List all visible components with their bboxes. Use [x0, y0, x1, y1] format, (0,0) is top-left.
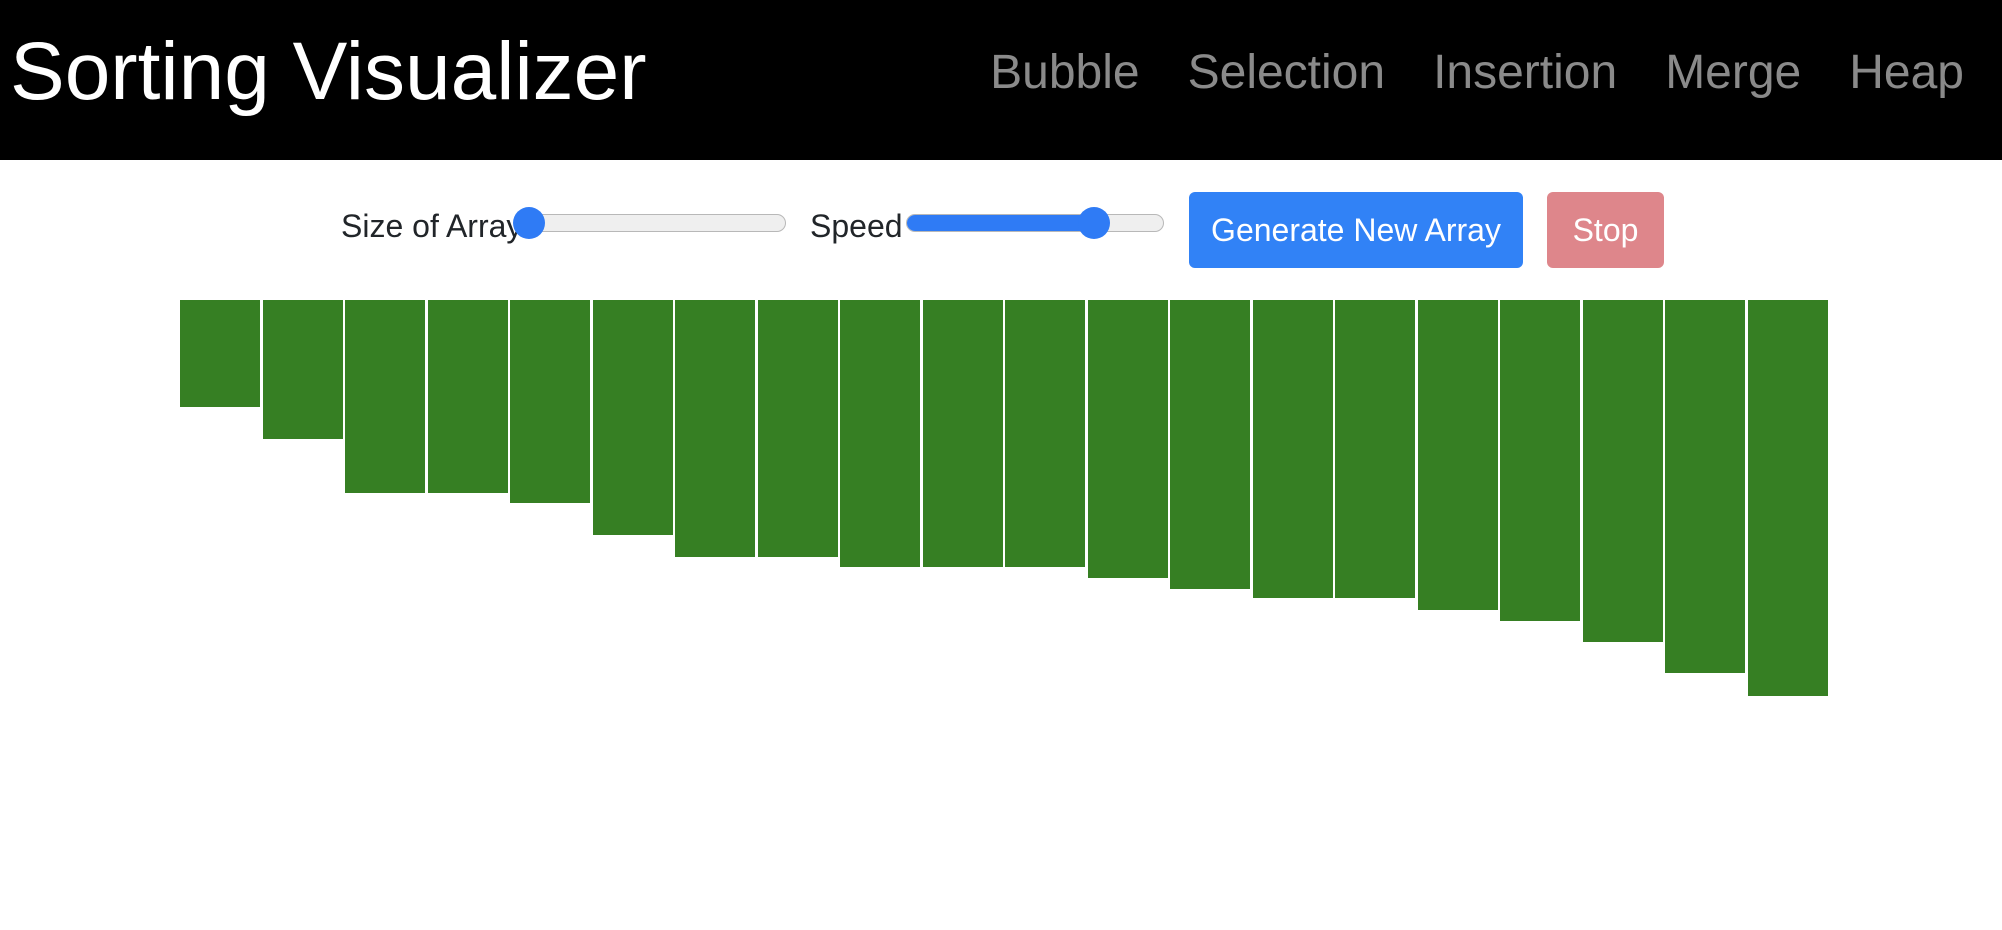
speed-slider[interactable] — [906, 207, 1164, 239]
controls-bar: Size of Array Speed Generate New Array S… — [0, 192, 2002, 270]
algorithm-nav: Bubble Selection Insertion Merge Heap — [990, 44, 1964, 102]
array-bar — [675, 300, 755, 557]
array-bar — [1665, 300, 1745, 673]
array-bar — [263, 300, 343, 439]
array-bar — [345, 300, 425, 493]
array-size-slider-thumb[interactable] — [513, 207, 545, 239]
array-bar — [1748, 300, 1828, 696]
array-bar — [1253, 300, 1333, 598]
array-bar — [593, 300, 673, 535]
speed-slider-fill — [907, 215, 1094, 231]
speed-label: Speed — [810, 208, 903, 244]
nav-insertion-sort[interactable]: Insertion — [1433, 44, 1617, 102]
navbar: Sorting Visualizer Bubble Selection Inse… — [0, 0, 2002, 160]
array-bar — [758, 300, 838, 557]
stop-button[interactable]: Stop — [1547, 192, 1664, 268]
array-bar — [180, 300, 260, 407]
array-bar — [840, 300, 920, 567]
array-bar — [428, 300, 508, 493]
app-title[interactable]: Sorting Visualizer — [10, 22, 647, 122]
nav-merge-sort[interactable]: Merge — [1665, 44, 1801, 102]
nav-heap-sort[interactable]: Heap — [1849, 44, 1964, 102]
array-size-slider[interactable] — [513, 207, 786, 239]
nav-bubble-sort[interactable]: Bubble — [990, 44, 1139, 102]
array-bar — [1005, 300, 1085, 567]
array-bar — [1088, 300, 1168, 578]
array-bar — [510, 300, 590, 503]
array-bar — [1583, 300, 1663, 642]
array-bar — [1418, 300, 1498, 610]
size-label: Size of Array — [341, 208, 523, 244]
array-bar — [1500, 300, 1580, 621]
speed-slider-thumb[interactable] — [1078, 207, 1110, 239]
nav-selection-sort[interactable]: Selection — [1188, 44, 1385, 102]
array-bars — [0, 300, 2002, 760]
array-bar — [1335, 300, 1415, 598]
array-bar — [1170, 300, 1250, 589]
generate-array-button[interactable]: Generate New Array — [1189, 192, 1523, 268]
array-bar — [923, 300, 1003, 567]
